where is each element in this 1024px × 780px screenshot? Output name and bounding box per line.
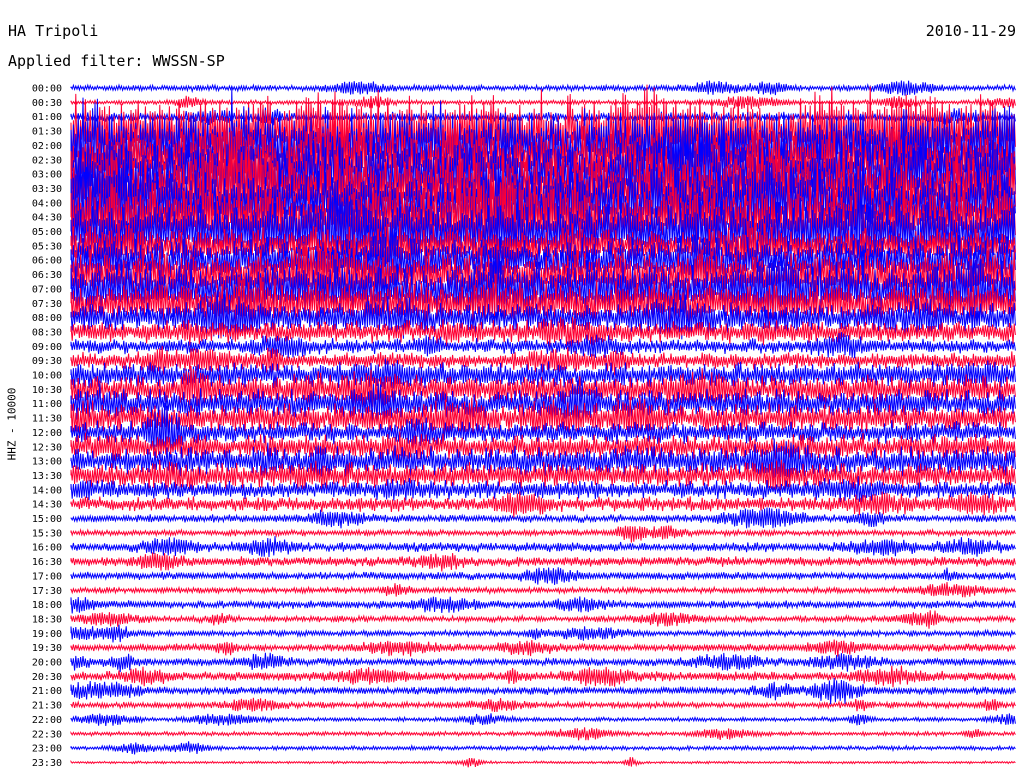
- time-tick-label: 04:00: [32, 198, 62, 209]
- seismogram-trace: [70, 610, 1016, 629]
- plot-right-margin: [1017, 70, 1024, 780]
- time-tick-label: 02:30: [32, 155, 62, 166]
- time-tick-label: 23:00: [32, 744, 62, 755]
- time-tick-label: 06:00: [32, 256, 62, 267]
- time-tick-label: 04:30: [32, 213, 62, 224]
- time-tick-label: 12:30: [32, 442, 62, 453]
- time-tick-label: 15:00: [32, 514, 62, 525]
- time-tick-label: 15:30: [32, 528, 62, 539]
- seismogram-trace: [70, 727, 1016, 741]
- time-tick-label: 10:00: [32, 371, 62, 382]
- time-tick-label: 11:30: [32, 414, 62, 425]
- time-tick-label: 05:00: [32, 227, 62, 238]
- seismogram-trace: [70, 652, 1016, 673]
- time-tick-label: 08:00: [32, 313, 62, 324]
- time-tick-label: 07:00: [32, 284, 62, 295]
- seismogram-trace: [70, 525, 1016, 543]
- time-tick-label: 16:30: [32, 557, 62, 568]
- seismogram-trace: [70, 567, 1016, 585]
- time-tick-label: 13:30: [32, 471, 62, 482]
- time-tick-label: 21:00: [32, 686, 62, 697]
- seismogram-trace: [70, 95, 1016, 110]
- seismogram-trace: [70, 582, 1016, 598]
- time-tick-label: 21:30: [32, 701, 62, 712]
- time-tick-label: 17:00: [32, 571, 62, 582]
- seismogram-trace: [70, 741, 1016, 755]
- time-tick-label: 01:30: [32, 127, 62, 138]
- time-tick-label: 05:30: [32, 241, 62, 252]
- time-tick-label: 14:00: [32, 485, 62, 496]
- time-tick-label: 23:30: [32, 758, 62, 769]
- time-tick-label: 20:00: [32, 658, 62, 669]
- seismogram-trace: [70, 713, 1016, 726]
- time-tick-label: 11:00: [32, 399, 62, 410]
- time-tick-label: 18:00: [32, 600, 62, 611]
- time-tick-label: 07:30: [32, 299, 62, 310]
- time-tick-label: 03:30: [32, 184, 62, 195]
- time-tick-label: 09:00: [32, 342, 62, 353]
- time-tick-label: 20:30: [32, 672, 62, 683]
- seismogram-trace: [70, 677, 1016, 705]
- time-tick-label: 22:00: [32, 715, 62, 726]
- time-tick-label: 08:30: [32, 327, 62, 338]
- time-tick-label: 19:00: [32, 629, 62, 640]
- seismogram-trace: [70, 80, 1016, 96]
- time-tick-label: 12:00: [32, 428, 62, 439]
- time-tick-label: 03:00: [32, 170, 62, 181]
- time-tick-label: 02:00: [32, 141, 62, 152]
- seismogram-trace: [70, 665, 1016, 688]
- time-tick-label: 01:00: [32, 112, 62, 123]
- seismogram-trace: [70, 757, 1016, 768]
- time-tick-label: 16:00: [32, 543, 62, 554]
- seismogram-trace: [70, 639, 1016, 657]
- time-tick-label: 17:30: [32, 586, 62, 597]
- time-tick-label: 22:30: [32, 729, 62, 740]
- time-tick-label: 09:30: [32, 356, 62, 367]
- time-tick-label: 19:30: [32, 643, 62, 654]
- seismogram-trace: [70, 536, 1016, 558]
- seismogram-trace: [70, 596, 1016, 614]
- time-tick-label: 10:30: [32, 385, 62, 396]
- time-tick-label: 13:00: [32, 457, 62, 468]
- time-tick-label: 14:30: [32, 500, 62, 511]
- time-tick-label: 00:30: [32, 98, 62, 109]
- time-tick-label: 06:30: [32, 270, 62, 281]
- time-tick-label: 00:00: [32, 84, 62, 95]
- seismogram-plot: 00:00 00:30 01:00 01:30 02:00 02:30 03:00 03:30…: [32, 70, 1024, 780]
- seismogram-trace: [70, 697, 1016, 713]
- seismogram-trace: [70, 624, 1016, 643]
- time-tick-label: 18:30: [32, 614, 62, 625]
